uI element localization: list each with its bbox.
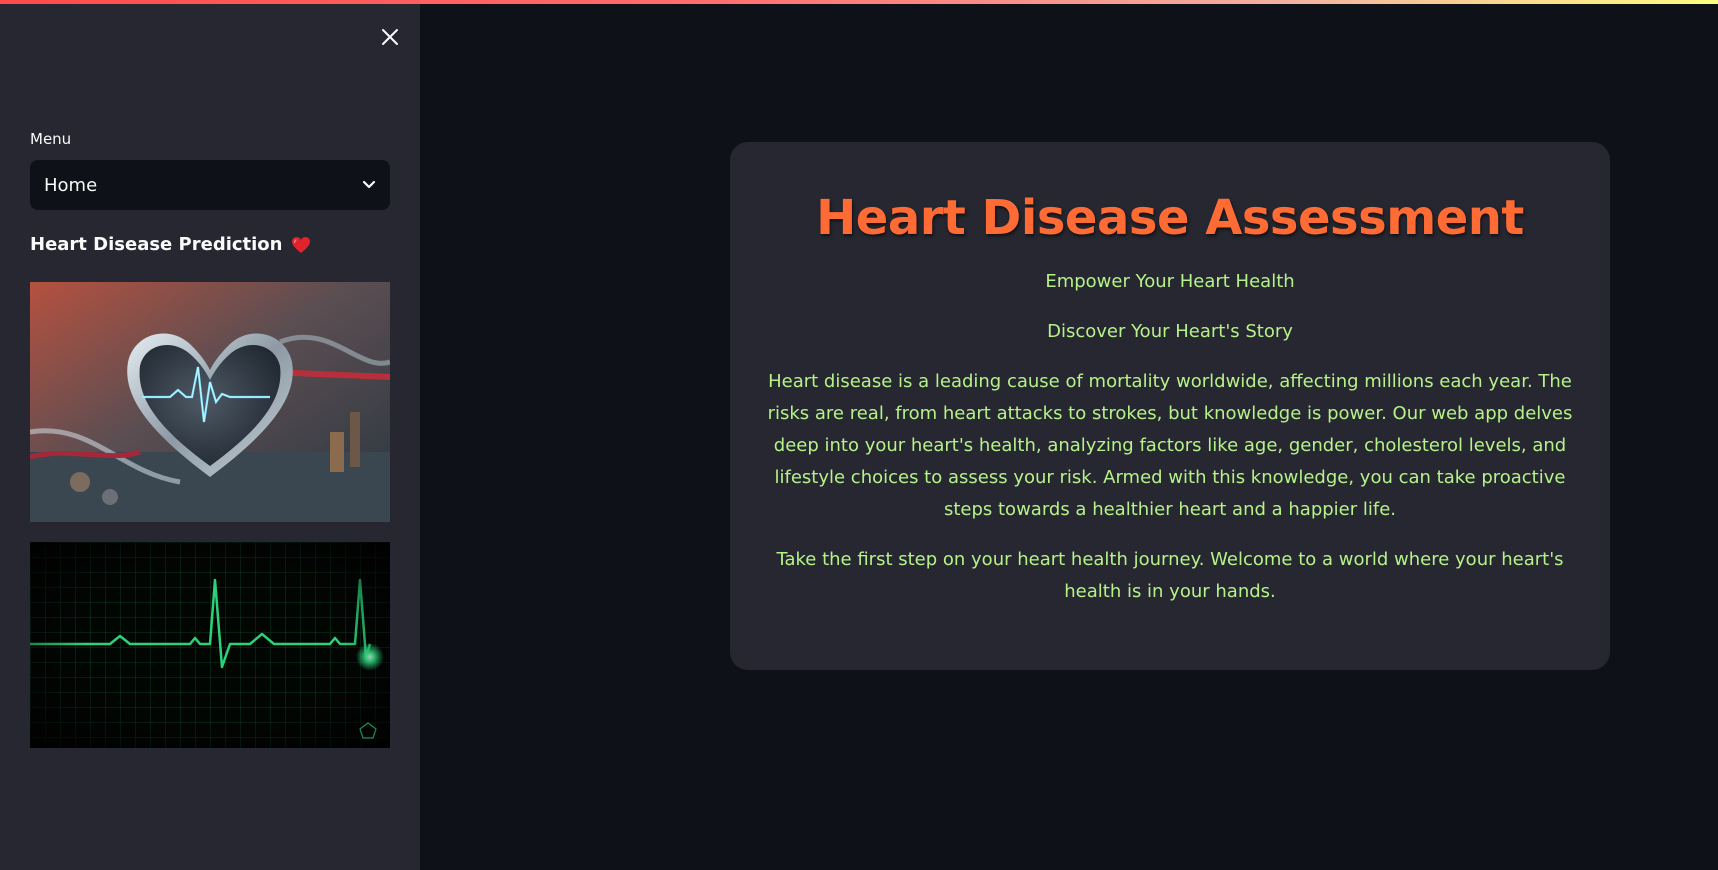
subtitle-discover: Discover Your Heart's Story <box>1047 321 1293 342</box>
menu-label: Menu <box>30 130 72 148</box>
intro-card: Heart Disease Assessment Empower Your He… <box>730 142 1610 670</box>
sidebar: Menu Home Heart Disease Prediction <box>0 0 420 870</box>
subtitle-empower: Empower Your Heart Health <box>1045 271 1295 292</box>
heart-monitor-image <box>30 282 390 522</box>
menu-select[interactable]: Home <box>30 160 390 210</box>
top-decoration-bar <box>0 0 1718 4</box>
ecg-line-image <box>30 542 390 748</box>
close-sidebar-button[interactable] <box>375 22 405 52</box>
sidebar-heading-text: Heart Disease Prediction <box>30 234 283 255</box>
chevron-down-icon <box>362 180 376 189</box>
page-title: Heart Disease Assessment <box>816 190 1524 246</box>
heart-emoji-icon <box>291 236 310 253</box>
sidebar-heading: Heart Disease Prediction <box>30 234 311 255</box>
menu-selected-value: Home <box>44 174 98 196</box>
intro-paragraph: Heart disease is a leading cause of mort… <box>767 371 1573 520</box>
close-icon <box>382 29 398 45</box>
call-to-action-paragraph: Take the first step on your heart health… <box>776 549 1564 602</box>
